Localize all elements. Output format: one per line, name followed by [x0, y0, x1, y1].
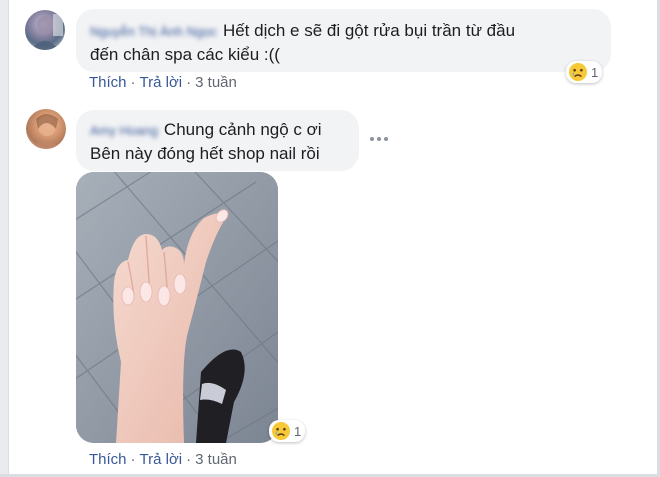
more-dot-icon [384, 137, 388, 141]
comment-author-link[interactable]: Amy Hoang [90, 119, 158, 142]
separator-dot: · [186, 451, 192, 468]
reaction-count: 1 [591, 64, 599, 80]
comment-actions: Thích · Trả lời · 3 tuần [89, 451, 237, 468]
avatar-photo-icon [31, 14, 63, 50]
comment-text-line-2: đến chân spa các kiểu :(( [90, 45, 280, 64]
avatar[interactable] [25, 10, 65, 50]
separator-dot: · [130, 74, 136, 91]
avatar[interactable] [26, 109, 66, 149]
comment-bubble: Nguyễn Thị Ánh Ngọc Hết dịch e sẽ đi gột … [76, 9, 611, 72]
like-link[interactable]: Thích [89, 74, 127, 91]
avatar-photo-icon [30, 114, 62, 149]
more-dot-icon [370, 137, 374, 141]
comment-text-line-1: Chung cảnh ngộ c ơi [163, 120, 322, 139]
comment-text-line-1: Hết dịch e sẽ đi gột rửa bụi trần từ đầu [222, 21, 516, 40]
reply-link[interactable]: Trả lời [140, 74, 183, 91]
like-link[interactable]: Thích [89, 451, 127, 468]
separator-dot: · [130, 451, 136, 468]
reply-link[interactable]: Trả lời [140, 451, 183, 468]
window-left-edge [0, 0, 9, 477]
comment-actions: Thích · Trả lời · 3 tuần [89, 74, 237, 91]
reaction-summary[interactable]: 1 [269, 420, 306, 442]
hand-nails-photo-icon [76, 172, 278, 443]
sad-crying-face-icon [272, 422, 290, 440]
reaction-summary[interactable]: 1 [566, 61, 603, 83]
more-options-button[interactable] [370, 133, 388, 145]
sad-crying-face-icon [569, 63, 587, 81]
comment-author-link[interactable]: Nguyễn Thị Ánh Ngọc [90, 20, 217, 43]
separator-dot: · [186, 74, 192, 91]
more-dot-icon [377, 137, 381, 141]
reaction-count: 1 [294, 423, 302, 439]
comment-text-line-2: Bên này đóng hết shop nail rồi [90, 144, 320, 163]
comment-timestamp-link[interactable]: 3 tuần [195, 74, 237, 91]
comment-photo-attachment[interactable] [76, 172, 278, 443]
comment-bubble: Amy Hoang Chung cảnh ngộ c ơi Bên này đón… [76, 110, 359, 171]
comment-timestamp-link[interactable]: 3 tuần [195, 451, 237, 468]
